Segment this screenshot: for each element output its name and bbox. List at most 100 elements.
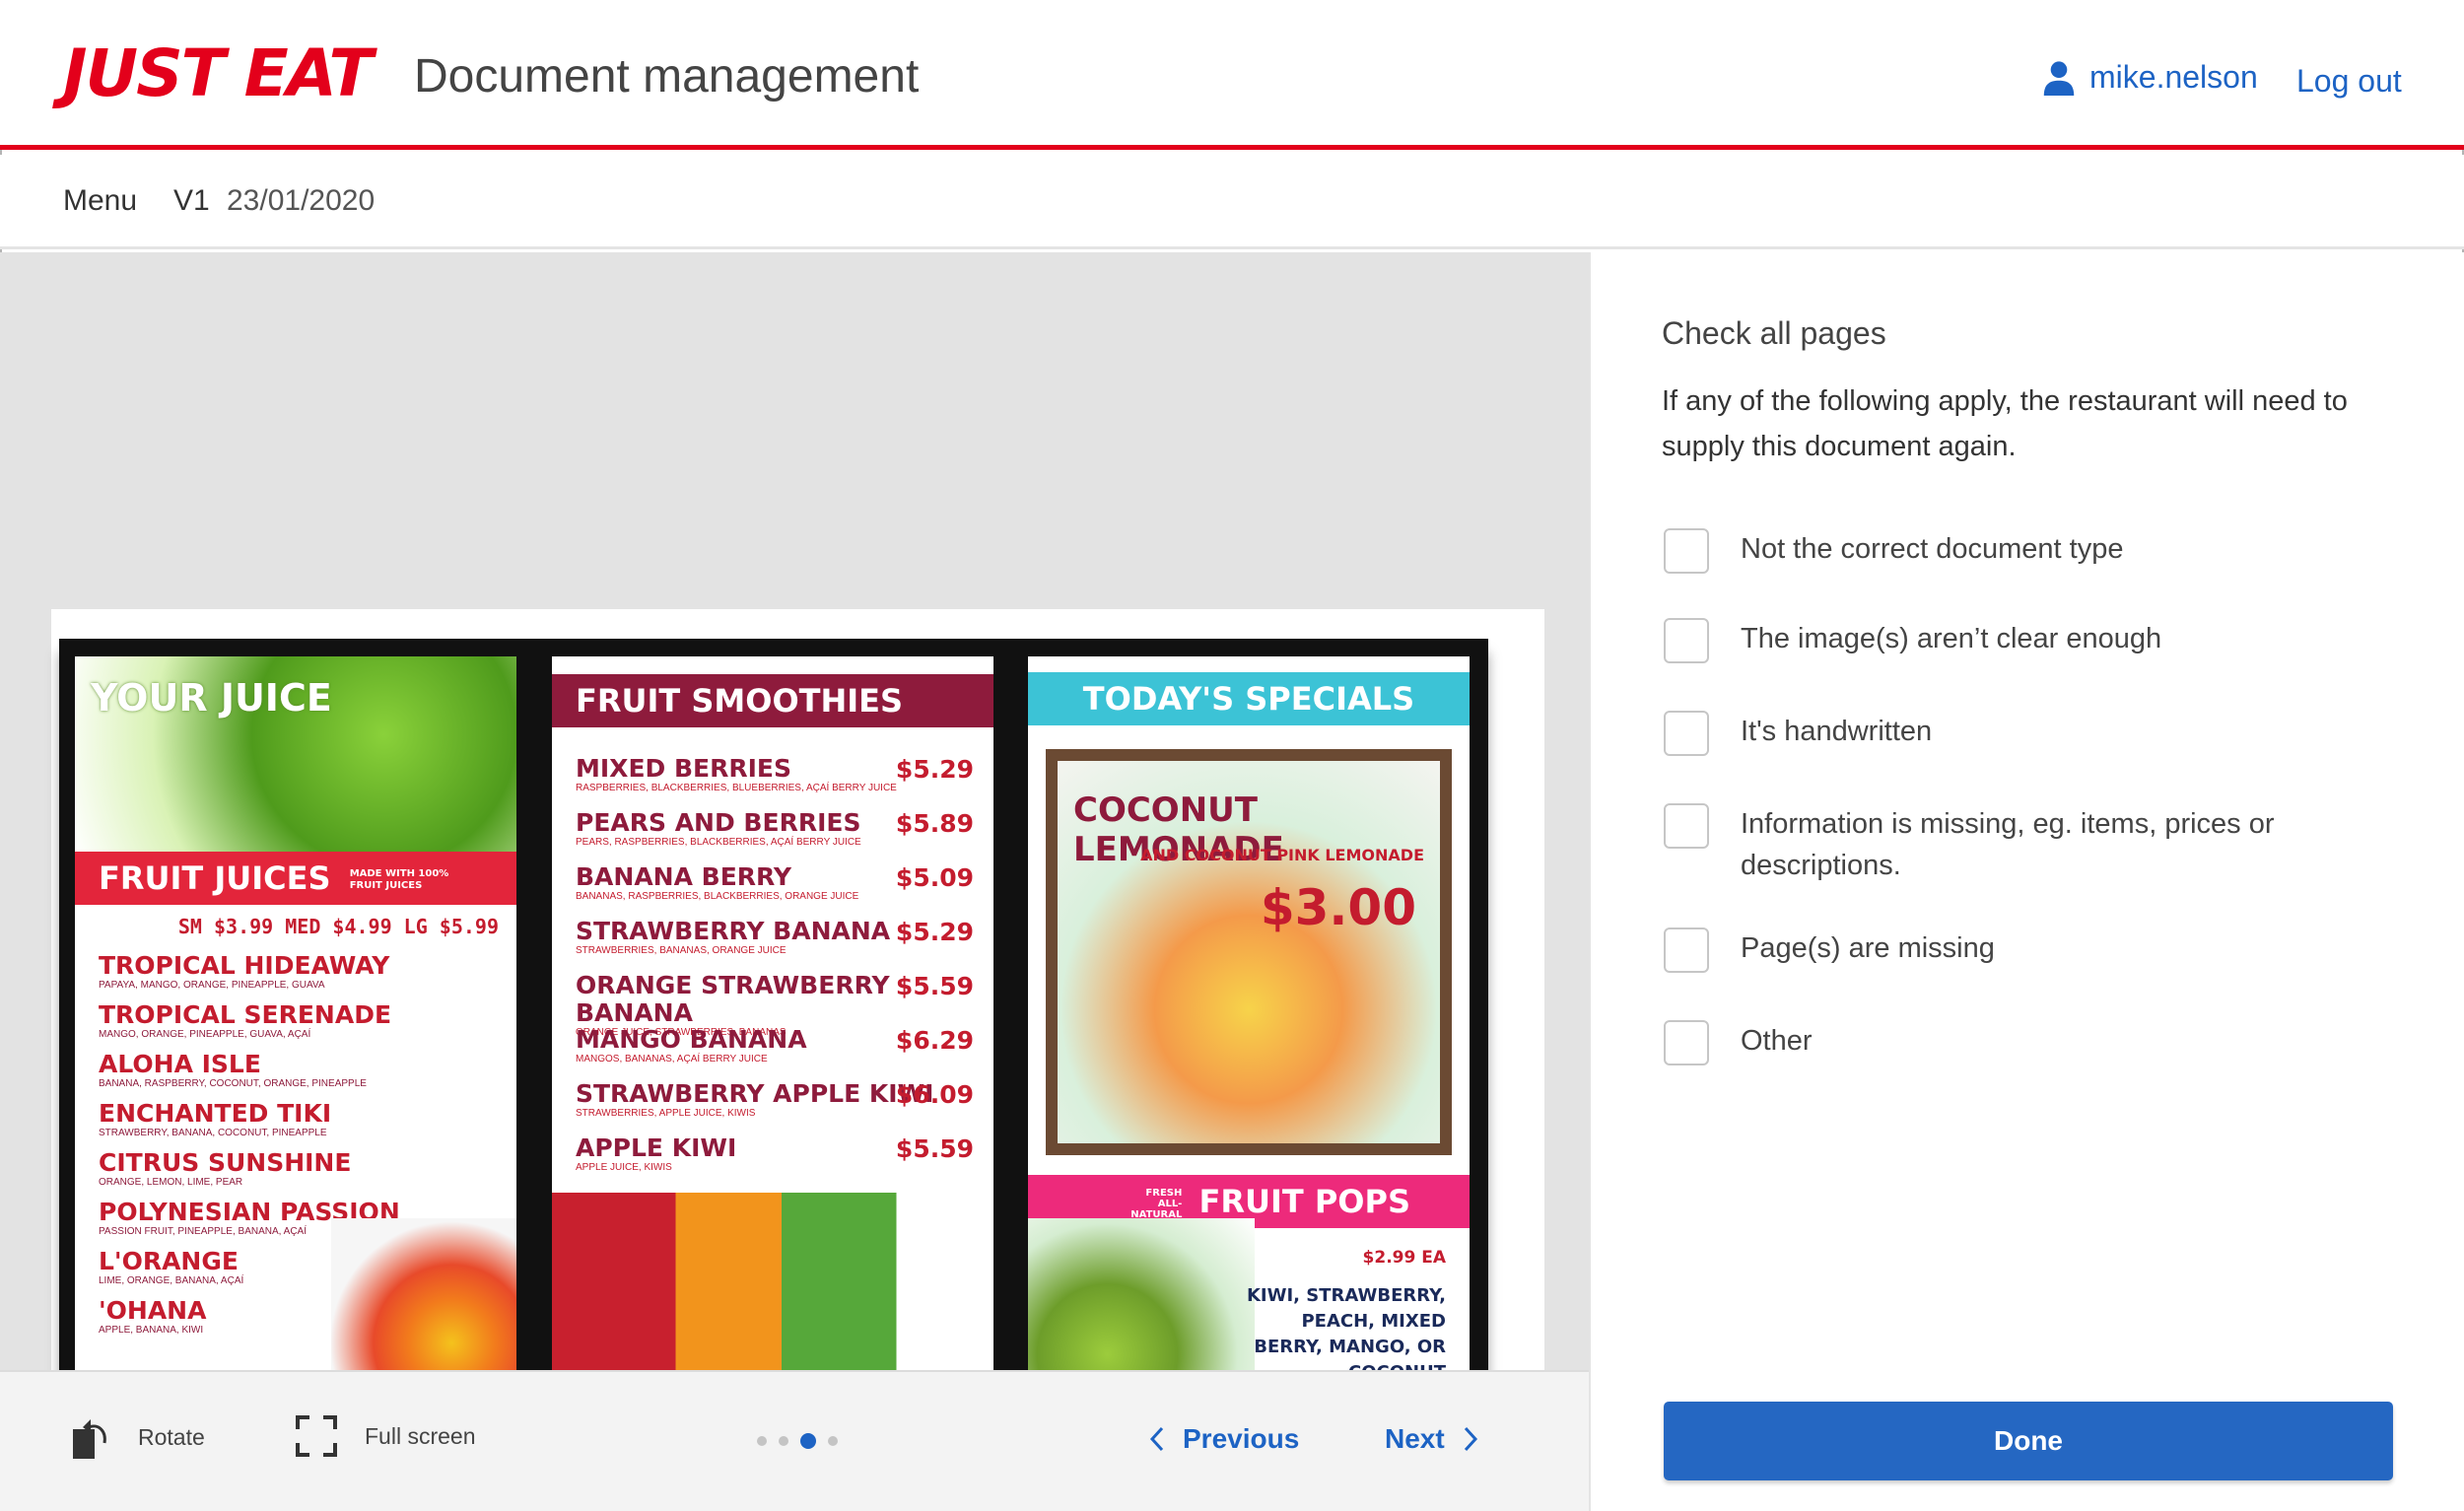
page-indicator bbox=[757, 1433, 850, 1449]
document-info-bar: Menu V1 23/01/2020 bbox=[0, 155, 2464, 249]
item-price: $5.29 bbox=[895, 755, 974, 784]
special-price: $3.00 bbox=[1260, 879, 1416, 936]
checklist-panel: Check all pages If any of the following … bbox=[1589, 252, 2464, 1511]
option-other[interactable]: Other bbox=[1664, 1020, 2293, 1065]
checklist-title: Check all pages bbox=[1662, 315, 1886, 351]
menu-board: YOUR JUICE FRUIT JUICES MADE WITH 100% F… bbox=[59, 639, 1488, 1459]
coconut-lemonade-photo: COCONUT LEMONADE AND COCONUT PINK LEMONA… bbox=[1058, 761, 1440, 1143]
item-price: $5.89 bbox=[895, 809, 974, 838]
done-button[interactable]: Done bbox=[1664, 1402, 2393, 1480]
item-price: $5.59 bbox=[895, 1134, 974, 1163]
option-image-not-clear[interactable]: The image(s) aren’t clear enough bbox=[1664, 618, 2293, 663]
fruit-juices-panel: YOUR JUICE FRUIT JUICES MADE WITH 100% F… bbox=[75, 656, 516, 1445]
chevron-left-icon bbox=[1149, 1426, 1164, 1452]
top-header: JUST EAT Document management mike.nelson… bbox=[0, 0, 2464, 150]
user-account-link[interactable]: mike.nelson bbox=[2042, 59, 2258, 96]
list-item: MANGO BANANA MANGOS, BANANAS, AÇAÍ BERRY … bbox=[576, 1026, 974, 1080]
item-desc: STRAWBERRIES, BANANAS, ORANGE JUICE bbox=[576, 945, 787, 956]
viewer-toolbar: Rotate Full screen Previous Next bbox=[0, 1370, 1589, 1511]
option-handwritten[interactable]: It's handwritten bbox=[1664, 711, 2293, 756]
rotate-button[interactable]: Rotate bbox=[71, 1413, 205, 1461]
item-name: CITRUS SUNSHINE bbox=[99, 1148, 352, 1177]
page-dot[interactable] bbox=[779, 1436, 788, 1446]
checkbox[interactable] bbox=[1664, 927, 1709, 973]
special-frame: COCONUT LEMONADE AND COCONUT PINK LEMONA… bbox=[1046, 749, 1452, 1155]
document-date: 23/01/2020 bbox=[227, 184, 376, 217]
fruit-juices-banner: FRUIT JUICES MADE WITH 100% FRUIT JUICES bbox=[75, 852, 516, 905]
user-icon bbox=[2043, 60, 2075, 96]
previous-button[interactable]: Previous bbox=[1149, 1423, 1299, 1455]
checkbox[interactable] bbox=[1664, 618, 1709, 663]
todays-specials-panel: TODAY'S SPECIALS COCONUT LEMONADE AND CO… bbox=[1028, 656, 1470, 1445]
item-desc: BANANAS, RASPBERRIES, BLACKBERRIES, ORAN… bbox=[576, 891, 859, 902]
page-dot[interactable] bbox=[828, 1436, 838, 1446]
logout-link[interactable]: Log out bbox=[2296, 63, 2402, 100]
item-price: $5.09 bbox=[895, 863, 974, 892]
document-version: V1 bbox=[173, 184, 210, 217]
just-eat-logo[interactable]: JUST EAT bbox=[63, 35, 374, 111]
item-desc: MANGO, ORANGE, PINEAPPLE, GUAVA, AÇAÍ bbox=[99, 1029, 311, 1040]
list-item: MIXED BERRIES RASPBERRIES, BLACKBERRIES, … bbox=[576, 755, 974, 809]
fullscreen-button[interactable]: Full screen bbox=[296, 1415, 475, 1457]
option-information-missing[interactable]: Information is missing, eg. items, price… bbox=[1664, 803, 2293, 886]
list-item: TROPICAL HIDEAWAY PAPAYA, MANGO, ORANGE, … bbox=[99, 952, 513, 992]
juice-size-prices: SM $3.99 MED $4.99 LG $5.99 bbox=[177, 915, 499, 938]
fruit-smoothies-panel: FRUIT SMOOTHIES MADE WITH 100% FRESH FRU… bbox=[552, 656, 993, 1445]
item-price: $5.59 bbox=[895, 972, 974, 1000]
smoothie-list: MIXED BERRIES RASPBERRIES, BLACKBERRIES, … bbox=[576, 755, 974, 1189]
checkbox[interactable] bbox=[1664, 803, 1709, 849]
list-item: ORANGE STRAWBERRY BANANA ORANGE JUICE, ST… bbox=[576, 972, 974, 1039]
username: mike.nelson bbox=[2089, 59, 2258, 95]
item-desc: MANGOS, BANANAS, AÇAÍ BERRY JUICE bbox=[576, 1054, 768, 1065]
list-item: ALOHA ISLE BANANA, RASPBERRY, COCONUT, OR… bbox=[99, 1051, 513, 1090]
option-label: Other bbox=[1741, 1025, 1813, 1057]
list-item: BANANA BERRY BANANAS, RASPBERRIES, BLACKB… bbox=[576, 863, 974, 918]
item-desc: ORANGE, LEMON, LIME, PEAR bbox=[99, 1177, 243, 1188]
item-desc: APPLE JUICE, KIWIS bbox=[576, 1162, 672, 1173]
rotate-icon bbox=[73, 1419, 106, 1459]
checkbox[interactable] bbox=[1664, 1020, 1709, 1065]
item-price: $6.09 bbox=[895, 1080, 974, 1109]
item-desc: BANANA, RASPBERRY, COCONUT, ORANGE, PINE… bbox=[99, 1078, 367, 1089]
item-desc: PEARS, RASPBERRIES, BLACKBERRIES, AÇAÍ B… bbox=[576, 837, 861, 848]
item-desc: STRAWBERRY, BANANA, COCONUT, PINEAPPLE bbox=[99, 1128, 327, 1138]
option-wrong-document-type[interactable]: Not the correct document type bbox=[1664, 528, 2293, 574]
list-item: PEARS AND BERRIES PEARS, RASPBERRIES, BLA… bbox=[576, 809, 974, 863]
fullscreen-icon bbox=[296, 1415, 337, 1457]
item-desc: PAPAYA, MANGO, ORANGE, PINEAPPLE, GUAVA bbox=[99, 980, 325, 991]
fruit-pops-price: $2.99 EA bbox=[1362, 1248, 1446, 1268]
item-price: $6.29 bbox=[895, 1026, 974, 1055]
fruit-smoothies-banner: FRUIT SMOOTHIES MADE WITH 100% FRESH FRU… bbox=[552, 674, 993, 773]
fruit-juices-note: MADE WITH 100% FRUIT JUICES bbox=[349, 868, 449, 891]
option-label: It's handwritten bbox=[1741, 716, 1933, 747]
fruit-pops-note: FRESH ALL-NATURAL bbox=[1130, 1187, 1183, 1220]
option-pages-missing[interactable]: Page(s) are missing bbox=[1664, 927, 2293, 973]
checklist-intro: If any of the following apply, the resta… bbox=[1662, 385, 2348, 462]
list-item: ENCHANTED TIKI STRAWBERRY, BANANA, COCONU… bbox=[99, 1100, 513, 1139]
checkbox[interactable] bbox=[1664, 711, 1709, 756]
option-label: Not the correct document type bbox=[1741, 533, 2124, 565]
item-desc: STRAWBERRIES, APPLE JUICE, KIWIS bbox=[576, 1108, 756, 1119]
list-item: CITRUS SUNSHINE ORANGE, LEMON, LIME, PEAR bbox=[99, 1149, 513, 1189]
document-name: Menu bbox=[63, 184, 138, 217]
previous-label: Previous bbox=[1183, 1423, 1300, 1454]
document-viewer: YOUR JUICE FRUIT JUICES MADE WITH 100% F… bbox=[0, 252, 1589, 1477]
app-title: Document management bbox=[414, 50, 920, 103]
checkbox[interactable] bbox=[1664, 528, 1709, 574]
next-button[interactable]: Next bbox=[1385, 1423, 1478, 1455]
fruit-smoothies-title: FRUIT SMOOTHIES bbox=[576, 682, 904, 720]
item-name: TROPICAL SERENADE bbox=[99, 1000, 392, 1029]
item-name: TROPICAL HIDEAWAY bbox=[99, 951, 390, 980]
special-subtitle: AND COCONUT PINK LEMONADE bbox=[1140, 846, 1424, 864]
item-price: $5.29 bbox=[895, 918, 974, 946]
list-item: STRAWBERRY APPLE KIWI STRAWBERRIES, APPLE… bbox=[576, 1080, 974, 1134]
next-label: Next bbox=[1385, 1423, 1445, 1454]
list-item: APPLE KIWI APPLE JUICE, KIWIS $5.59 bbox=[576, 1134, 974, 1189]
fruit-juices-title: FRUIT JUICES bbox=[99, 859, 331, 897]
option-label: The image(s) aren’t clear enough bbox=[1741, 623, 2162, 654]
chevron-right-icon bbox=[1464, 1426, 1477, 1452]
page-dot[interactable] bbox=[757, 1436, 767, 1446]
option-label: Information is missing, eg. items, price… bbox=[1741, 808, 2275, 881]
page-dot-active[interactable] bbox=[800, 1433, 816, 1449]
item-name: ALOHA ISLE bbox=[99, 1050, 261, 1078]
